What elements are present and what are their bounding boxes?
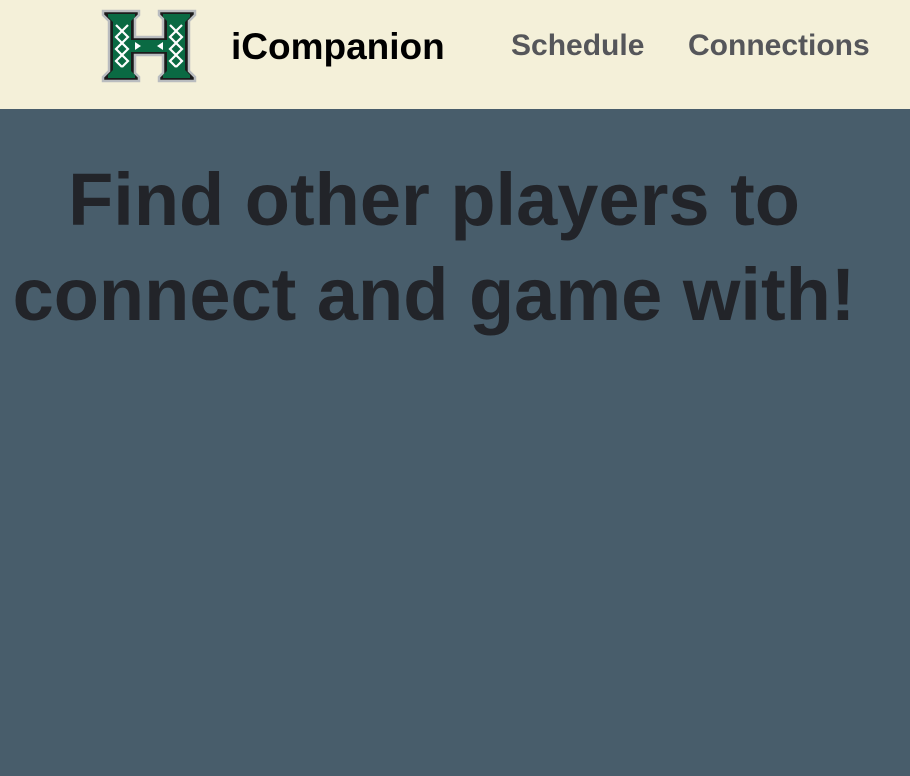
hero-heading: Find other players to connect and game w… bbox=[12, 158, 856, 336]
nav-link-connections[interactable]: Connections bbox=[688, 26, 870, 66]
nav-link-schedule[interactable]: Schedule bbox=[511, 26, 644, 66]
hawaii-h-logo-icon[interactable] bbox=[101, 9, 197, 83]
brand-name[interactable]: iCompanion bbox=[231, 25, 445, 69]
top-navbar: iCompanion Schedule Connections bbox=[0, 0, 910, 109]
